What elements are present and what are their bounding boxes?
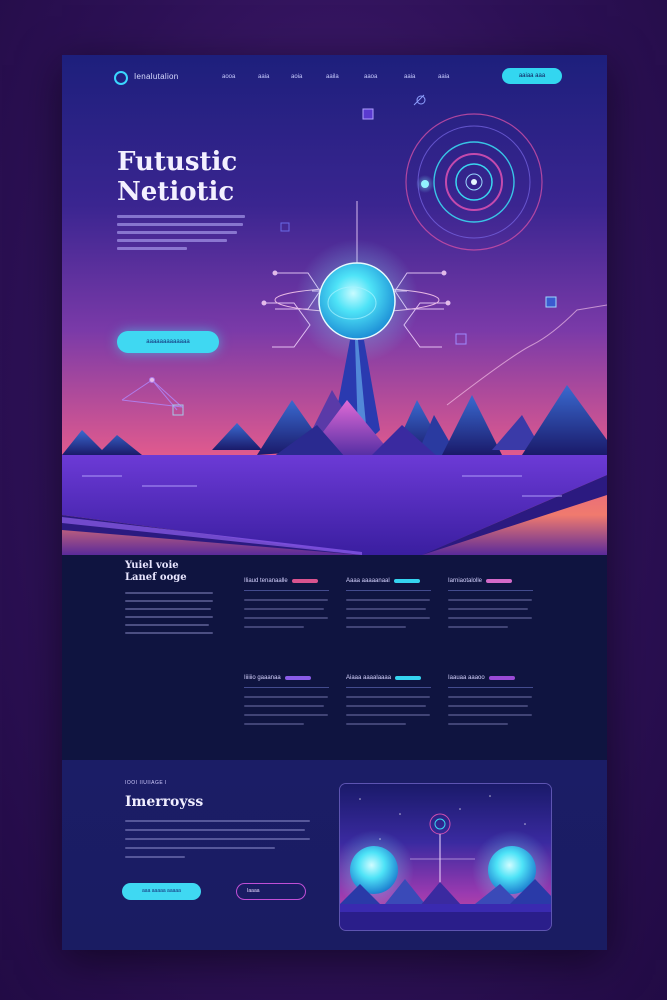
bottom-kicker: IOOI IIUIIAGE I — [125, 780, 167, 786]
nav-link-2[interactable]: aaia — [258, 74, 269, 80]
orb — [318, 262, 396, 340]
hero-title: Futustic Netiotic — [117, 147, 317, 207]
features-body-text — [125, 592, 215, 640]
bottom-illustration-card — [340, 784, 551, 930]
feature-card-1-accent — [291, 579, 318, 583]
feature-card-1-title: Iliaud tenanaalle — [244, 578, 288, 584]
feature-card-5-title: Aiaaa aaaalaaaa — [346, 675, 392, 681]
feature-card-4[interactable]: Iiiiiio gaaanaa — [244, 675, 329, 732]
features-heading-line-2: Lanef ooge — [125, 572, 187, 583]
radar-circles — [405, 113, 543, 251]
hero-cta-button[interactable]: aaaaaaaaaaaaa — [117, 331, 219, 353]
nav-link-1[interactable]: aooa — [222, 74, 235, 80]
feature-card-6[interactable]: Iaauaa aaaoo — [448, 675, 533, 732]
logo-icon[interactable] — [114, 71, 128, 85]
hero-body-text — [117, 215, 247, 255]
hero-title-line-1: Futustic — [117, 147, 238, 177]
feature-card-5[interactable]: Aiaaa aaaalaaaa — [346, 675, 431, 732]
top-nav: Ienalutalion aooa aaia aoia aaila aaoa a… — [62, 55, 607, 99]
bottom-primary-button[interactable]: aaa aaaaa aaaaa — [122, 883, 201, 900]
bottom-body-text — [125, 820, 310, 865]
page-frame: Ienalutalion aooa aaia aoia aaila aaoa a… — [62, 55, 607, 950]
features-section: Yuiel voie Lanef ooge Iliaud tenanaalle … — [62, 535, 607, 760]
mountains — [62, 385, 607, 465]
bottom-title: Imerroyss — [125, 794, 204, 810]
feature-card-1[interactable]: Iliaud tenanaalle — [244, 578, 329, 635]
feature-card-2-title: Aaaa aaaaanaal — [346, 578, 390, 584]
feature-card-3-title: Iarniaotalolle — [448, 578, 483, 584]
feature-card-2-accent — [393, 579, 420, 583]
feature-card-3[interactable]: Iarniaotalolle — [448, 578, 533, 635]
features-heading: Yuiel voie Lanef ooge — [125, 560, 187, 584]
feature-card-4-title: Iiiiiio gaaanaa — [244, 675, 281, 681]
feature-card-2[interactable]: Aaaa aaaaanaal — [346, 578, 431, 635]
hero-illustration — [62, 94, 607, 555]
bottom-section: IOOI IIUIIAGE I Imerroyss aaa aaaaa aaaa… — [62, 760, 607, 950]
feature-card-4-accent — [284, 676, 311, 680]
nav-link-5[interactable]: aaoa — [364, 74, 377, 80]
features-heading-line-1: Yuiel voie — [125, 560, 179, 571]
triangle-network — [121, 377, 184, 416]
nav-cta-button[interactable]: aaiaa aaa — [502, 68, 562, 84]
feature-card-6-accent — [488, 676, 515, 680]
signal-curve — [446, 304, 607, 406]
hero-section: Ienalutalion aooa aaia aoia aaila aaoa a… — [62, 55, 607, 555]
feature-card-3-accent — [486, 579, 513, 583]
bottom-secondary-button[interactable]: Iaaaa — [236, 883, 306, 900]
nav-link-3[interactable]: aoia — [291, 74, 302, 80]
nav-link-7[interactable]: aaia — [438, 74, 449, 80]
hero-title-line-2: Netiotic — [117, 177, 235, 207]
nav-link-4[interactable]: aaila — [326, 74, 339, 80]
orbs-illustration — [340, 795, 551, 930]
nav-link-6[interactable]: aaia — [404, 74, 415, 80]
feature-card-6-title: Iaauaa aaaoo — [448, 675, 485, 681]
feature-card-5-accent — [395, 676, 422, 680]
brand-name[interactable]: Ienalutalion — [134, 72, 179, 81]
